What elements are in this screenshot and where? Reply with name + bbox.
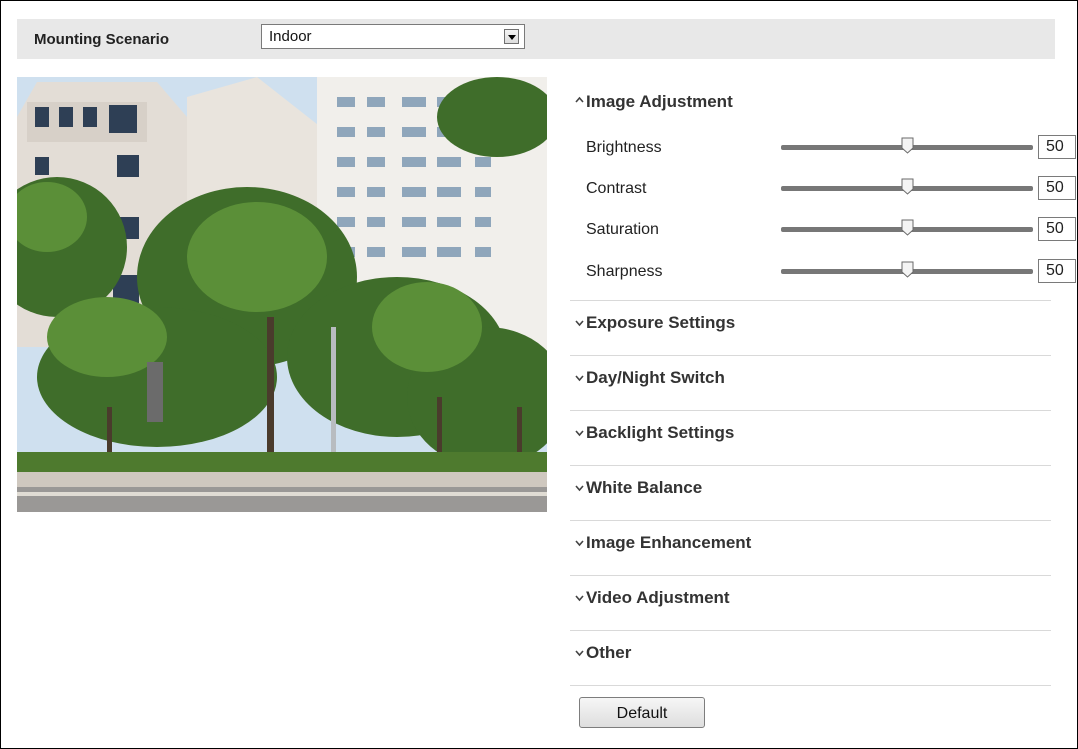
default-button[interactable]: Default: [579, 697, 705, 728]
dropdown-arrow-icon[interactable]: [504, 29, 519, 44]
white-balance-title: White Balance: [586, 478, 703, 497]
exposure-settings-header[interactable]: Exposure Settings: [570, 301, 1051, 356]
exposure-settings-title: Exposure Settings: [586, 313, 736, 332]
saturation-slider-thumb[interactable]: [901, 219, 914, 236]
image-enhancement-header[interactable]: Image Enhancement: [570, 521, 1051, 576]
other-header[interactable]: Other: [570, 631, 1051, 686]
brightness-value[interactable]: 50: [1038, 135, 1076, 159]
brightness-label: Brightness: [586, 139, 662, 156]
chevron-down-icon: [575, 430, 584, 437]
chevron-down-icon: [575, 595, 584, 602]
sharpness-label: Sharpness: [586, 263, 663, 280]
video-adjustment-header[interactable]: Video Adjustment: [570, 576, 1051, 631]
image-adjustment-section: Image Adjustment Brightness 50 Contrast …: [570, 85, 1076, 301]
mounting-scenario-value: Indoor: [269, 28, 312, 45]
chevron-up-icon: [575, 96, 584, 103]
saturation-row: Saturation 50: [570, 215, 1076, 245]
image-settings-panel: Image Adjustment Brightness 50 Contrast …: [570, 85, 1076, 686]
backlight-settings-header[interactable]: Backlight Settings: [570, 411, 1051, 466]
saturation-label: Saturation: [586, 221, 659, 238]
chevron-down-icon: [575, 375, 584, 382]
video-adjustment-title: Video Adjustment: [586, 588, 730, 607]
day-night-switch-header[interactable]: Day/Night Switch: [570, 356, 1051, 411]
chevron-down-icon: [575, 540, 584, 547]
contrast-slider-thumb[interactable]: [901, 178, 914, 195]
brightness-slider-thumb[interactable]: [901, 137, 914, 154]
sharpness-row: Sharpness 50: [570, 257, 1076, 287]
contrast-label: Contrast: [586, 180, 647, 197]
mounting-scenario-label: Mounting Scenario: [34, 31, 169, 48]
sharpness-slider-thumb[interactable]: [901, 261, 914, 278]
chevron-down-icon: [575, 320, 584, 327]
image-adjustment-header[interactable]: Image Adjustment: [570, 85, 1051, 121]
chevron-down-icon: [575, 650, 584, 657]
brightness-row: Brightness 50: [570, 133, 1076, 163]
white-balance-header[interactable]: White Balance: [570, 466, 1051, 521]
backlight-settings-title: Backlight Settings: [586, 423, 735, 442]
contrast-row: Contrast 50: [570, 174, 1076, 204]
saturation-value[interactable]: 50: [1038, 217, 1076, 241]
mounting-scenario-select[interactable]: Indoor: [261, 24, 525, 49]
chevron-down-icon: [575, 485, 584, 492]
sharpness-value[interactable]: 50: [1038, 259, 1076, 283]
image-enhancement-title: Image Enhancement: [586, 533, 752, 552]
day-night-switch-title: Day/Night Switch: [586, 368, 725, 387]
live-preview-image: [17, 77, 547, 512]
contrast-value[interactable]: 50: [1038, 176, 1076, 200]
other-title: Other: [586, 643, 632, 662]
image-adjustment-title: Image Adjustment: [586, 92, 733, 111]
mounting-scenario-bar: Mounting Scenario Indoor: [17, 19, 1055, 59]
